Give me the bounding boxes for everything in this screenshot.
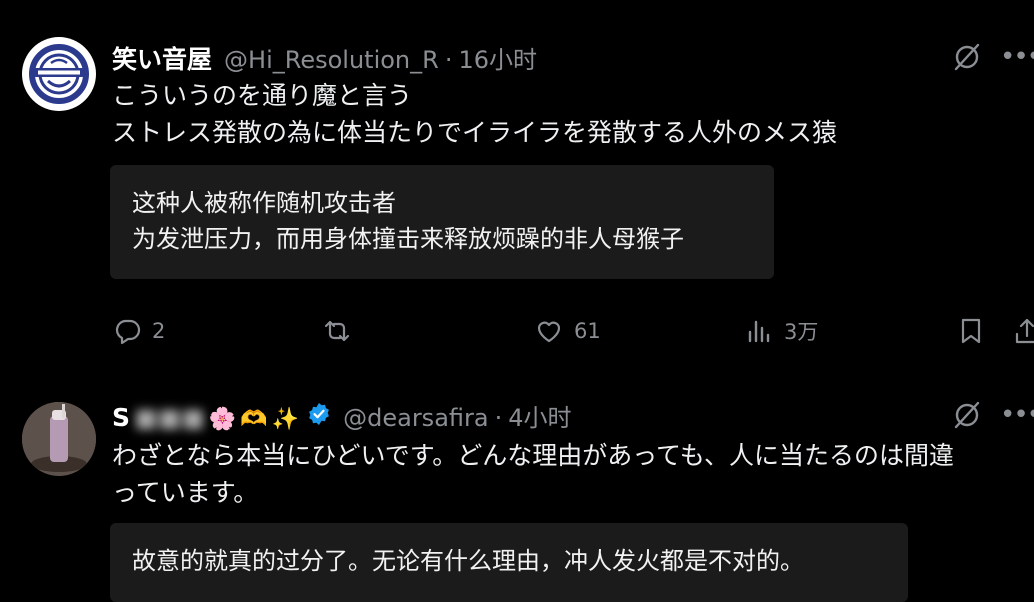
post-text-line: こういうのを通り魔と言う xyxy=(112,81,413,110)
separator-dot: · xyxy=(444,46,453,74)
avatar[interactable] xyxy=(22,37,96,111)
post-time[interactable]: 16小时 xyxy=(458,40,537,75)
reply-count: 2 xyxy=(152,319,166,343)
sparkles-emoji: ✨ xyxy=(271,407,300,432)
reply-icon xyxy=(115,319,141,345)
author-name[interactable]: 笑い音屋 xyxy=(112,40,212,76)
post-text-line: っています。 xyxy=(112,478,259,507)
post-top-icons: ••• xyxy=(952,42,1034,72)
author-name[interactable]: S xyxy=(112,403,130,432)
share-button[interactable] xyxy=(1012,316,1034,346)
flower-emoji: 🌸 xyxy=(208,407,237,432)
post-text-line: ストレス発散の為に体当たりでイライラを発散する人外のメス猿 xyxy=(112,118,838,147)
verified-badge-icon[interactable] xyxy=(307,402,331,426)
author-handle[interactable]: @dearsafira xyxy=(343,404,488,432)
translation-box: 这种人被称作随机攻击者 为发泄压力，而用身体撞击来释放烦躁的非人母猴子 xyxy=(110,165,774,279)
more-options-icon[interactable]: ••• xyxy=(1000,400,1034,430)
post-header: S ■■■ 🌸 🫶 ✨ @dearsafira · 4小时 xyxy=(112,398,572,433)
post-top-icons: ••• xyxy=(952,400,1034,430)
reply-button[interactable]: 2 xyxy=(112,316,165,346)
views-chart-icon xyxy=(748,320,770,343)
author-handle[interactable]: @Hi_Resolution_R xyxy=(224,46,439,74)
post-text: わざとなら本当にひどいです。どんな理由があっても、人に当たるのは間違 っています… xyxy=(112,437,1024,511)
heart-icon xyxy=(537,321,561,343)
translation-line: 故意的就真的过分了。无论有什么理由，冲人发火都是不对的。 xyxy=(132,547,804,575)
action-bar: 2 61 3万 xyxy=(0,316,1034,354)
like-count: 61 xyxy=(574,319,601,343)
repost-icon xyxy=(324,320,350,342)
post-text: こういうのを通り魔と言う ストレス発散の為に体当たりでイライラを発散する人外のメ… xyxy=(112,77,1024,151)
post-header: 笑い音屋 @Hi_Resolution_R · 16小时 xyxy=(112,40,537,76)
drink-photo-avatar xyxy=(22,402,96,476)
post-time[interactable]: 4小时 xyxy=(508,398,571,433)
post-text-line: わざとなら本当にひどいです。どんな理由があっても、人に当たるのは間違 xyxy=(112,441,955,470)
like-button[interactable]: 61 xyxy=(534,316,601,346)
avatar[interactable] xyxy=(22,402,96,476)
bookmark-button[interactable] xyxy=(956,316,986,346)
translation-box: 故意的就真的过分了。无论有什么理由，冲人发火都是不对的。 xyxy=(110,523,908,602)
author-name-obscured: ■■■ xyxy=(134,403,205,432)
bookmark-icon xyxy=(961,318,981,344)
grok-icon[interactable] xyxy=(952,42,982,72)
grok-icon[interactable] xyxy=(952,400,982,430)
translation-line: 这种人被称作随机攻击者 xyxy=(132,189,396,217)
translation-line: 为发泄压力，而用身体撞击来释放烦躁的非人母猴子 xyxy=(132,225,684,253)
laughing-man-logo-icon xyxy=(25,40,93,108)
views-button[interactable]: 3万 xyxy=(744,316,818,346)
separator-dot: · xyxy=(494,404,503,432)
heart-hands-emoji: 🫶 xyxy=(240,407,268,432)
views-count: 3万 xyxy=(784,320,819,344)
share-icon xyxy=(1015,318,1034,344)
more-options-icon[interactable]: ••• xyxy=(1000,42,1034,72)
repost-button[interactable] xyxy=(322,316,362,346)
post-2[interactable]: S ■■■ 🌸 🫶 ✨ @dearsafira · 4小时 ••• わざとなら本… xyxy=(0,385,1034,602)
post-1[interactable]: 笑い音屋 @Hi_Resolution_R · 16小时 ••• こういうのを通… xyxy=(0,0,1034,385)
